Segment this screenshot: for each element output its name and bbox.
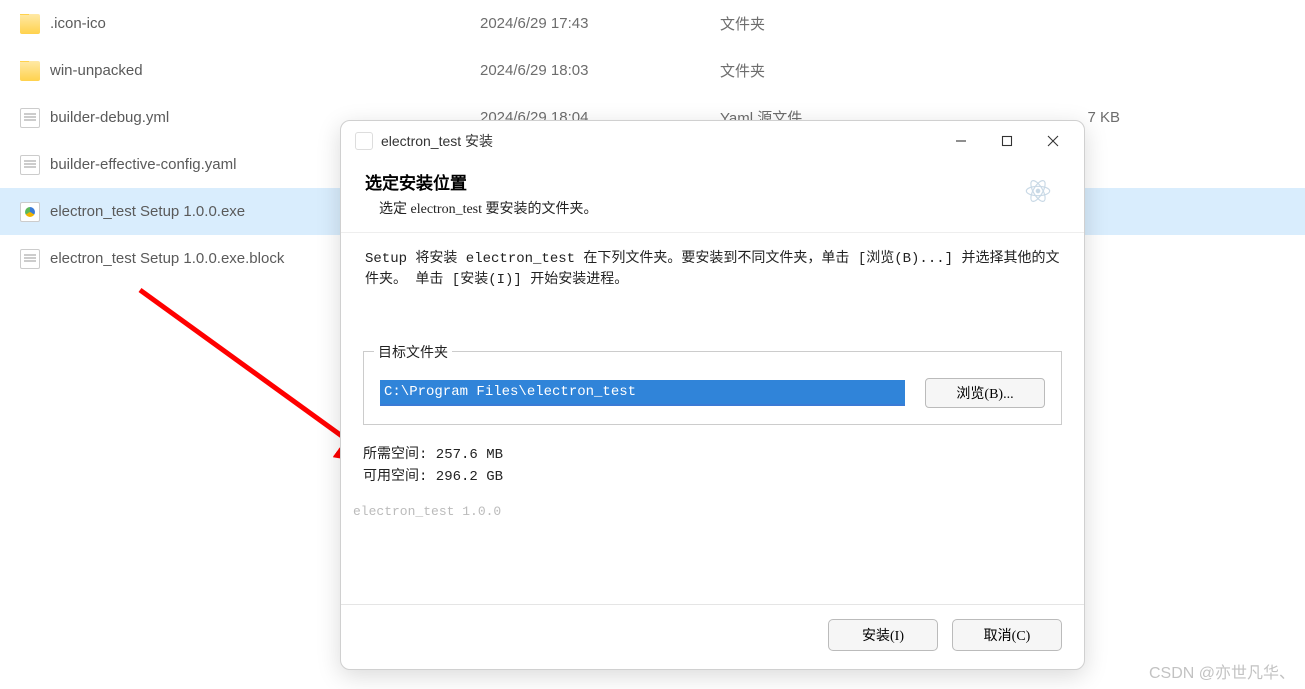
brand-text: electron_test 1.0.0 bbox=[353, 500, 1062, 525]
electron-logo-icon bbox=[1016, 169, 1060, 213]
folder-icon bbox=[20, 61, 40, 81]
target-folder-legend: 目标文件夹 bbox=[374, 342, 452, 362]
file-date: 2024/6/29 18:03 bbox=[480, 62, 720, 79]
file-row[interactable]: .icon-ico 2024/6/29 17:43 文件夹 bbox=[0, 0, 1305, 47]
app-icon bbox=[355, 132, 373, 150]
installer-dialog: electron_test 安装 选定安装位置 选定 electron_test… bbox=[340, 120, 1085, 670]
folder-icon bbox=[20, 14, 40, 34]
window-title: electron_test 安装 bbox=[381, 131, 493, 151]
minimize-button[interactable] bbox=[938, 125, 984, 157]
file-row[interactable]: win-unpacked 2024/6/29 18:03 文件夹 bbox=[0, 47, 1305, 94]
space-info: 所需空间: 257.6 MB 可用空间: 296.2 GB bbox=[363, 445, 1062, 488]
file-name: builder-debug.yml bbox=[50, 109, 169, 126]
dialog-header: 选定安装位置 选定 electron_test 要安装的文件夹。 bbox=[341, 161, 1084, 232]
install-button[interactable]: 安装(I) bbox=[828, 619, 938, 651]
file-name: electron_test Setup 1.0.0.exe.block bbox=[50, 250, 284, 267]
maximize-button[interactable] bbox=[984, 125, 1030, 157]
exe-icon bbox=[20, 202, 40, 222]
file-name: .icon-ico bbox=[50, 15, 106, 32]
space-required: 所需空间: 257.6 MB bbox=[363, 445, 1062, 467]
cancel-button[interactable]: 取消(C) bbox=[952, 619, 1062, 651]
file-icon bbox=[20, 249, 40, 269]
titlebar[interactable]: electron_test 安装 bbox=[341, 121, 1084, 161]
close-button[interactable] bbox=[1030, 125, 1076, 157]
header-subtitle: 选定 electron_test 要安装的文件夹。 bbox=[365, 198, 1016, 218]
dialog-footer: 安装(I) 取消(C) bbox=[341, 604, 1084, 669]
file-name: builder-effective-config.yaml bbox=[50, 156, 236, 173]
watermark: CSDN @亦世凡华、 bbox=[1149, 659, 1295, 683]
file-name: win-unpacked bbox=[50, 62, 143, 79]
install-path-input[interactable] bbox=[380, 380, 905, 406]
file-type: 文件夹 bbox=[720, 60, 980, 81]
file-type: 文件夹 bbox=[720, 13, 980, 34]
space-available: 可用空间: 296.2 GB bbox=[363, 467, 1062, 489]
minimize-icon bbox=[955, 135, 967, 147]
file-date: 2024/6/29 17:43 bbox=[480, 15, 720, 32]
dialog-content: Setup 将安装 electron_test 在下列文件夹。要安装到不同文件夹… bbox=[341, 233, 1084, 604]
close-icon bbox=[1047, 135, 1059, 147]
file-icon bbox=[20, 108, 40, 128]
file-name: electron_test Setup 1.0.0.exe bbox=[50, 203, 245, 220]
description-text: Setup 将安装 electron_test 在下列文件夹。要安装到不同文件夹… bbox=[363, 249, 1062, 291]
target-folder-group: 目标文件夹 浏览(B)... bbox=[363, 351, 1062, 425]
header-title: 选定安装位置 bbox=[365, 169, 1016, 194]
browse-button[interactable]: 浏览(B)... bbox=[925, 378, 1045, 408]
maximize-icon bbox=[1001, 135, 1013, 147]
file-icon bbox=[20, 155, 40, 175]
